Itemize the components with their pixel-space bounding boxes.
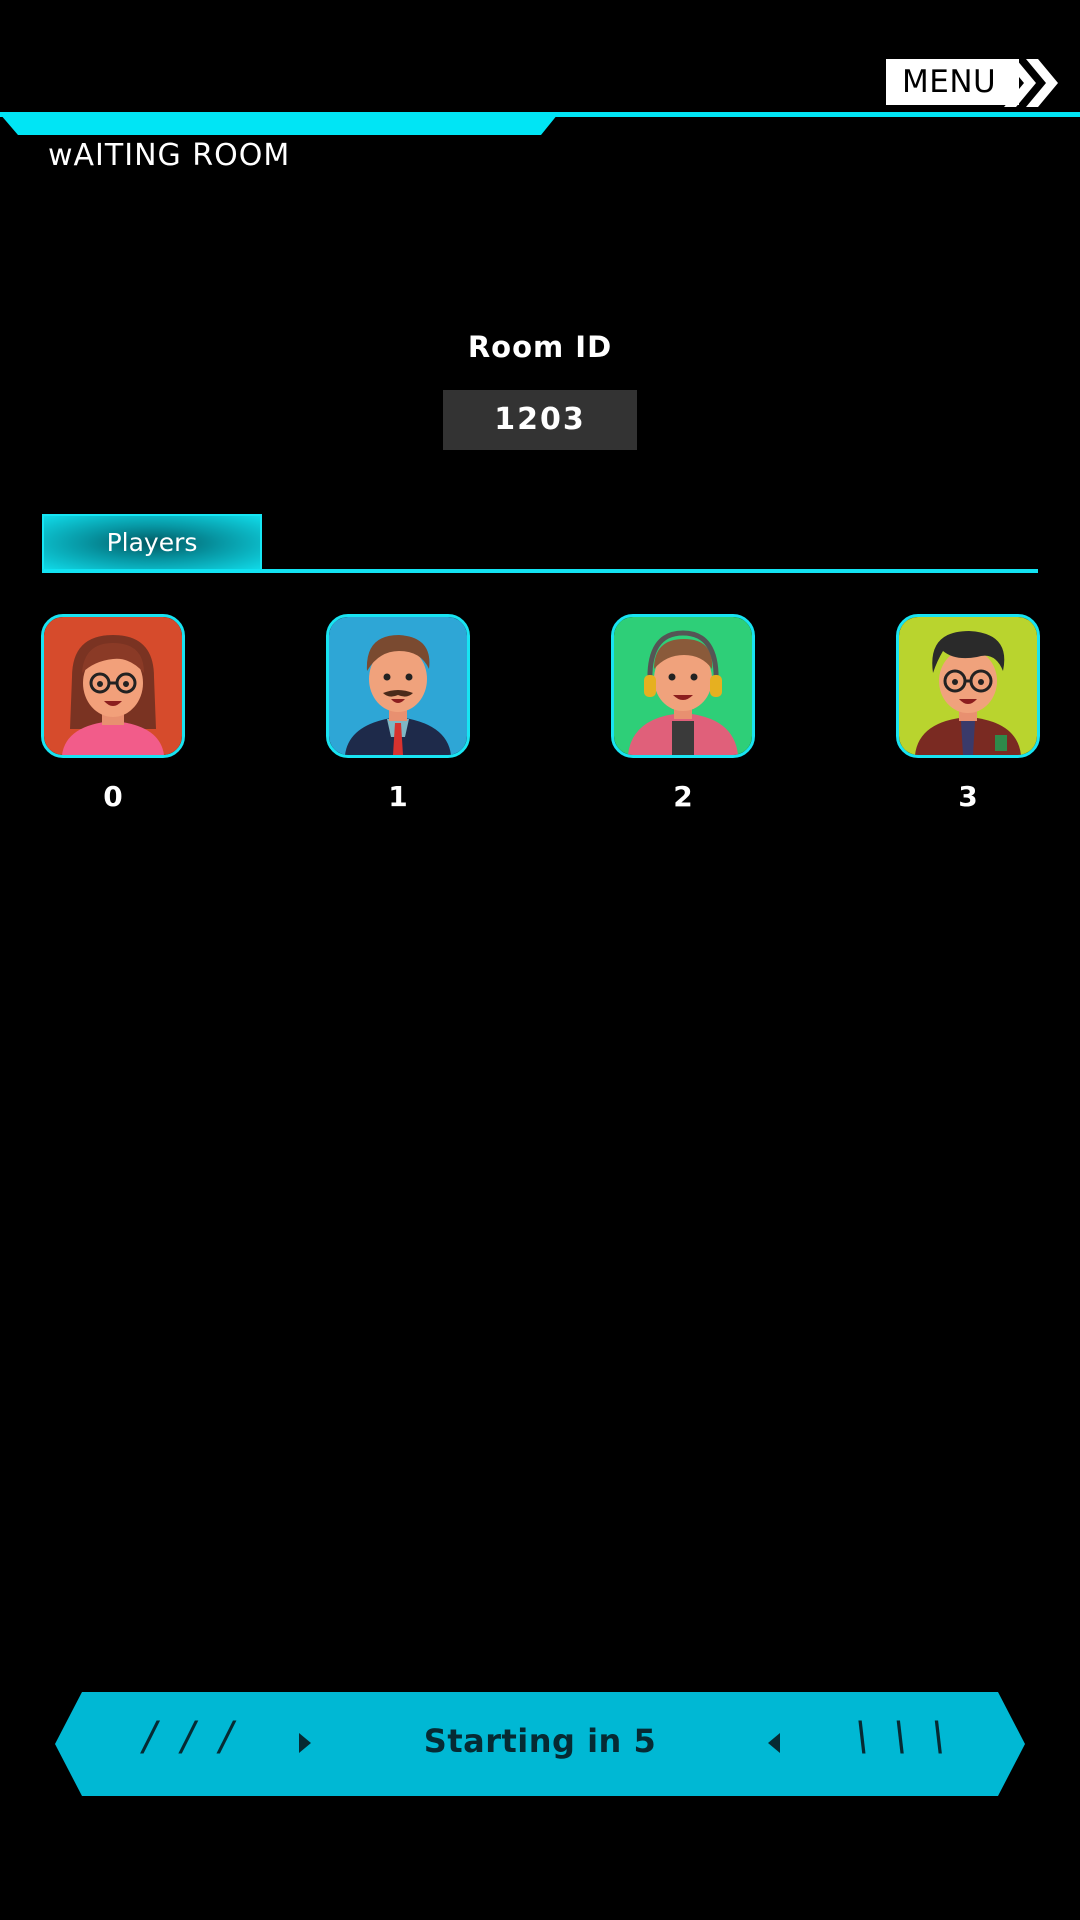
right-slash-decor: \ \ \ <box>855 1714 951 1760</box>
player-slot-1: 1 <box>326 614 470 813</box>
player-number: 0 <box>103 780 123 813</box>
double-chevron-right-icon <box>1004 59 1058 107</box>
player-slot-3: 3 <box>896 614 1040 813</box>
player-slot-0: 0 <box>41 614 185 813</box>
woman-glasses-avatar[interactable] <box>41 614 185 758</box>
starting-countdown-banner[interactable]: / / / Starting in 5 \ \ \ <box>55 1692 1025 1796</box>
menu-button[interactable]: MENU <box>886 59 1062 107</box>
page-title: wAITING ROOM <box>48 138 291 173</box>
room-id-value: 1203 <box>443 390 637 450</box>
menu-label: MENU <box>886 59 1019 105</box>
room-id-label: Room ID <box>467 330 613 364</box>
man-suit-mustache-avatar[interactable] <box>326 614 470 758</box>
player-number: 1 <box>388 780 408 813</box>
player-number: 3 <box>958 780 978 813</box>
tab-players[interactable]: Players <box>42 514 262 572</box>
man-headphones-avatar[interactable] <box>611 614 755 758</box>
reverse-triangle-icon <box>768 1733 780 1753</box>
players-divider <box>42 569 1038 573</box>
player-number: 2 <box>673 780 693 813</box>
man-curly-glasses-avatar[interactable] <box>896 614 1040 758</box>
header-accent-bar <box>0 112 1080 135</box>
player-slot-2: 2 <box>611 614 755 813</box>
